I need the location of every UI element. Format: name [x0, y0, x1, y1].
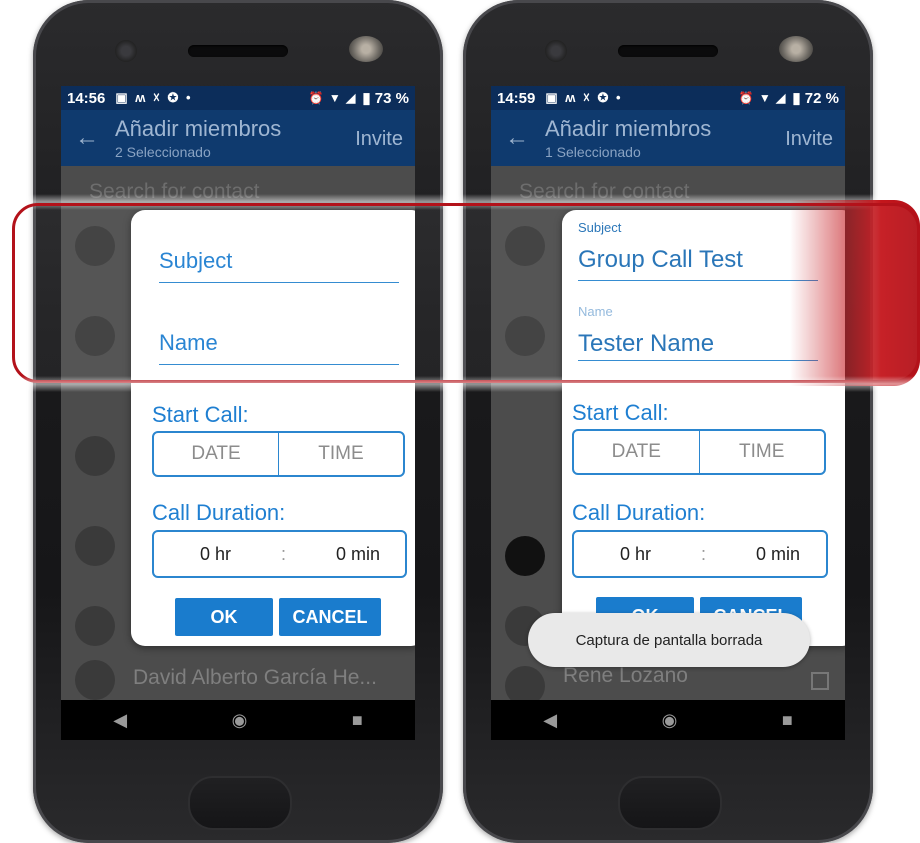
contact-checkbox[interactable]: [811, 672, 829, 690]
screenshot-deleted-toast: Captura de pantalla borrada: [528, 613, 810, 667]
call-duration-label: Call Duration:: [572, 500, 706, 525]
selected-count: 2 Seleccionado: [115, 144, 211, 160]
time-button[interactable]: TIME: [698, 431, 825, 473]
status-time: 14:59: [497, 89, 536, 107]
back-arrow-icon[interactable]: ←: [75, 124, 99, 152]
minutes-value[interactable]: 0 min: [756, 544, 800, 565]
right-phone: 14:59 ▣ ʍ ☓ ✪ • ⏰ ▼ ◢ ▮ 72 % ← Añadir mi…: [463, 0, 873, 843]
avatar: [75, 660, 115, 700]
duration-picker[interactable]: 0 hr : 0 min: [152, 530, 407, 578]
status-time: 14:56: [67, 89, 106, 107]
flash-sensor: [779, 36, 813, 62]
back-arrow-icon[interactable]: ←: [505, 124, 529, 152]
cancel-button[interactable]: CANCEL: [279, 598, 381, 636]
invite-button[interactable]: Invite: [355, 128, 403, 151]
page-title: Añadir miembros: [545, 116, 712, 141]
hours-value[interactable]: 0 hr: [620, 544, 651, 565]
notification-icons: ▣ ʍ ☓ ✪ •: [115, 90, 193, 105]
left-phone: 14:56 ▣ ʍ ☓ ✪ • ⏰ ▼ ◢ ▮ 73 % ← Añadir mi…: [33, 0, 443, 843]
earpiece-speaker: [618, 45, 718, 57]
nav-back-icon[interactable]: ◀: [543, 710, 557, 731]
ok-button[interactable]: OK: [175, 598, 273, 636]
date-button[interactable]: DATE: [154, 433, 278, 475]
start-call-label: Start Call:: [152, 402, 249, 427]
contact-name[interactable]: Rene Lozano: [563, 664, 688, 688]
highlight-callout: [12, 203, 920, 383]
status-bar: 14:59 ▣ ʍ ☓ ✪ • ⏰ ▼ ◢ ▮ 72 %: [491, 86, 845, 110]
call-duration-label: Call Duration:: [152, 500, 286, 525]
nav-home-icon[interactable]: ◉: [232, 710, 248, 731]
battery-level: ▮ 73 %: [362, 90, 409, 107]
nav-back-icon[interactable]: ◀: [113, 710, 127, 731]
system-icons: ⏰ ▼ ◢: [738, 91, 787, 105]
start-call-picker: DATE TIME: [572, 429, 826, 475]
navigation-bar: ◀ ◉ ■: [61, 700, 415, 740]
front-camera: [545, 40, 567, 62]
nav-recents-icon[interactable]: ■: [782, 710, 793, 731]
time-button[interactable]: TIME: [278, 433, 403, 475]
invite-button[interactable]: Invite: [785, 128, 833, 151]
hours-value[interactable]: 0 hr: [200, 544, 231, 565]
contact-name[interactable]: David Alberto García He...: [133, 666, 377, 690]
flash-sensor: [349, 36, 383, 62]
app-bar: ← Añadir miembros 1 Seleccionado Invite: [491, 110, 845, 166]
minutes-value[interactable]: 0 min: [336, 544, 380, 565]
duration-separator: :: [701, 543, 707, 564]
home-button[interactable]: [618, 776, 722, 830]
glare-line: [0, 376, 920, 392]
avatar: [505, 536, 545, 576]
selected-count: 1 Seleccionado: [545, 144, 641, 160]
page-title: Añadir miembros: [115, 116, 282, 141]
system-icons: ⏰ ▼ ◢: [308, 91, 357, 105]
nav-recents-icon[interactable]: ■: [352, 710, 363, 731]
app-bar: ← Añadir miembros 2 Seleccionado Invite: [61, 110, 415, 166]
avatar: [75, 436, 115, 476]
left-screen: 14:56 ▣ ʍ ☓ ✪ • ⏰ ▼ ◢ ▮ 73 % ← Añadir mi…: [61, 86, 415, 740]
navigation-bar: ◀ ◉ ■: [491, 700, 845, 740]
front-camera: [115, 40, 137, 62]
start-call-picker: DATE TIME: [152, 431, 405, 477]
earpiece-speaker: [188, 45, 288, 57]
duration-picker[interactable]: 0 hr : 0 min: [572, 530, 828, 578]
avatar: [75, 526, 115, 566]
avatar: [75, 606, 115, 646]
battery-level: ▮ 72 %: [792, 90, 839, 107]
nav-home-icon[interactable]: ◉: [662, 710, 678, 731]
date-button[interactable]: DATE: [574, 431, 699, 473]
duration-separator: :: [281, 543, 287, 564]
home-button[interactable]: [188, 776, 292, 830]
status-bar: 14:56 ▣ ʍ ☓ ✪ • ⏰ ▼ ◢ ▮ 73 %: [61, 86, 415, 110]
notification-icons: ▣ ʍ ☓ ✪ •: [545, 90, 623, 105]
start-call-label: Start Call:: [572, 400, 669, 425]
